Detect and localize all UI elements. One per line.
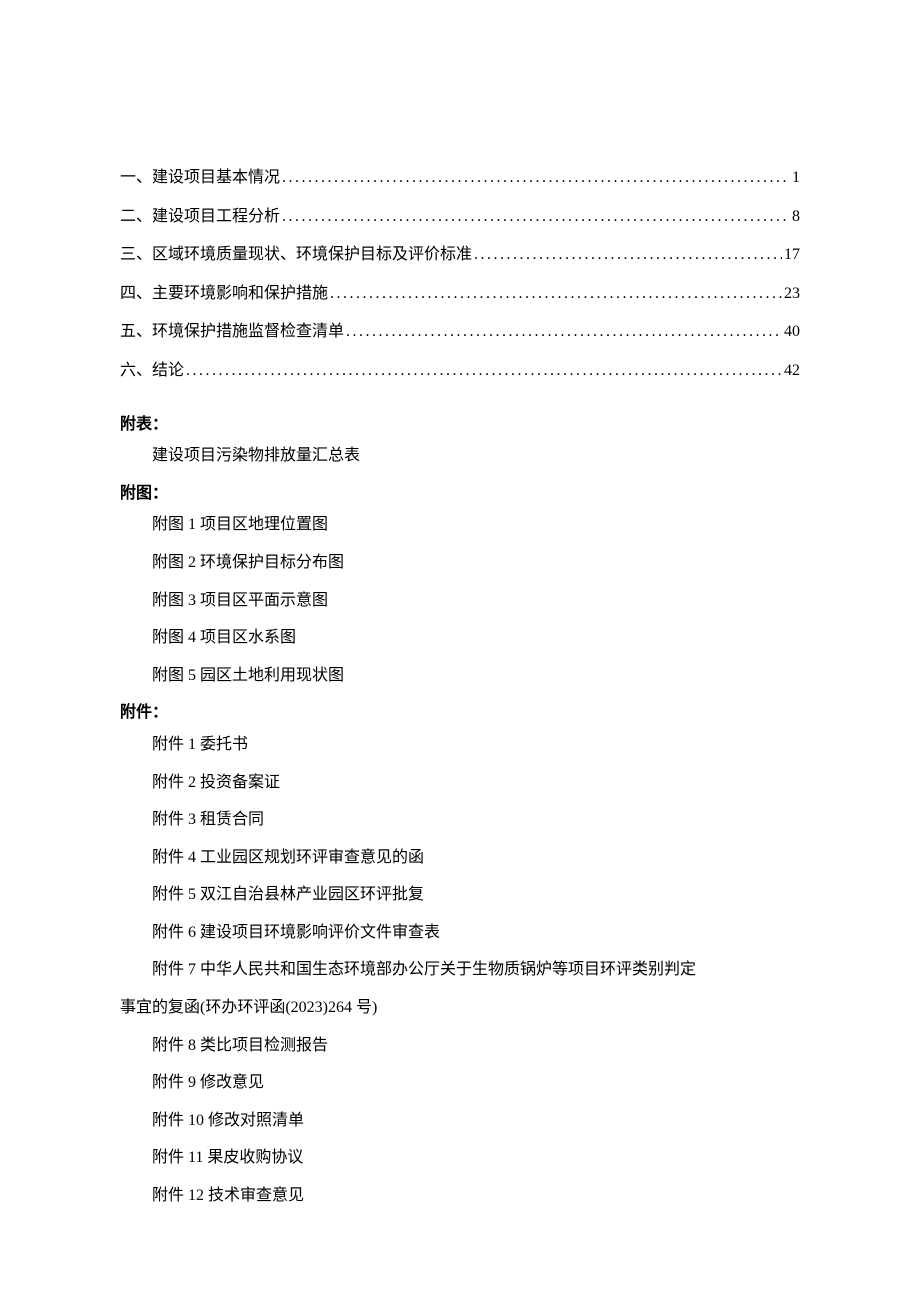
toc-page-number: 17 <box>784 242 800 268</box>
list-item: 附件 9 修改意见 <box>120 1070 800 1096</box>
list-item-wrapped-line1: 附件 7 中华人民共和国生态环境部办公厅关于生物质锅炉等项目环评类别判定 <box>120 957 800 983</box>
toc-entry: 四、主要环境影响和保护措施 23 <box>120 281 800 307</box>
section-heading-futu: 附图： <box>120 481 800 507</box>
toc-page-number: 42 <box>784 358 800 384</box>
list-item: 附图 3 项目区平面示意图 <box>120 588 800 614</box>
toc-entry: 六、结论 42 <box>120 358 800 384</box>
toc-entry: 一、建设项目基本情况 1 <box>120 165 800 191</box>
list-item: 附图 2 环境保护目标分布图 <box>120 550 800 576</box>
list-item: 附件 10 修改对照清单 <box>120 1108 800 1134</box>
toc-entry: 二、建设项目工程分析 8 <box>120 204 800 230</box>
toc-page-number: 1 <box>792 165 800 191</box>
toc-label: 四、主要环境影响和保护措施 <box>120 281 328 307</box>
toc-label: 六、结论 <box>120 358 184 384</box>
list-item: 附件 4 工业园区规划环评审查意见的函 <box>120 845 800 871</box>
list-item-wrapped-line2: 事宜的复函(环办环评函(2023)264 号) <box>120 995 800 1021</box>
list-item: 建设项目污染物排放量汇总表 <box>120 443 800 469</box>
list-item: 附件 3 租赁合同 <box>120 807 800 833</box>
document-page: 一、建设项目基本情况 1 二、建设项目工程分析 8 三、区域环境质量现状、环境保… <box>0 0 920 1209</box>
section-heading-fujian: 附件： <box>120 700 800 726</box>
toc-label: 三、区域环境质量现状、环境保护目标及评价标准 <box>120 242 472 268</box>
toc-page-number: 8 <box>792 204 800 230</box>
toc-entry: 三、区域环境质量现状、环境保护目标及评价标准 17 <box>120 242 800 268</box>
toc-leader-dots <box>346 319 782 345</box>
toc-leader-dots <box>186 358 782 384</box>
list-item: 附件 1 委托书 <box>120 732 800 758</box>
list-item: 附图 1 项目区地理位置图 <box>120 512 800 538</box>
list-item: 附件 11 果皮收购协议 <box>120 1145 800 1171</box>
list-item: 附件 5 双江自治县林产业园区环评批复 <box>120 882 800 908</box>
toc-leader-dots <box>330 281 782 307</box>
list-item: 附件 8 类比项目检测报告 <box>120 1033 800 1059</box>
list-item: 附图 5 园区土地利用现状图 <box>120 663 800 689</box>
list-item: 附件 2 投资备案证 <box>120 770 800 796</box>
toc-page-number: 23 <box>784 281 800 307</box>
toc-label: 五、环境保护措施监督检查清单 <box>120 319 344 345</box>
toc-label: 一、建设项目基本情况 <box>120 165 280 191</box>
section-heading-fubiao: 附表： <box>120 412 800 438</box>
list-item: 附件 6 建设项目环境影响评价文件审查表 <box>120 920 800 946</box>
toc-leader-dots <box>282 204 790 230</box>
toc-leader-dots <box>474 242 782 268</box>
toc-entry: 五、环境保护措施监督检查清单 40 <box>120 319 800 345</box>
list-item: 附图 4 项目区水系图 <box>120 625 800 651</box>
toc-page-number: 40 <box>784 319 800 345</box>
toc-leader-dots <box>282 165 790 191</box>
table-of-contents: 一、建设项目基本情况 1 二、建设项目工程分析 8 三、区域环境质量现状、环境保… <box>120 165 800 384</box>
toc-label: 二、建设项目工程分析 <box>120 204 280 230</box>
list-item: 附件 12 技术审查意见 <box>120 1183 800 1209</box>
